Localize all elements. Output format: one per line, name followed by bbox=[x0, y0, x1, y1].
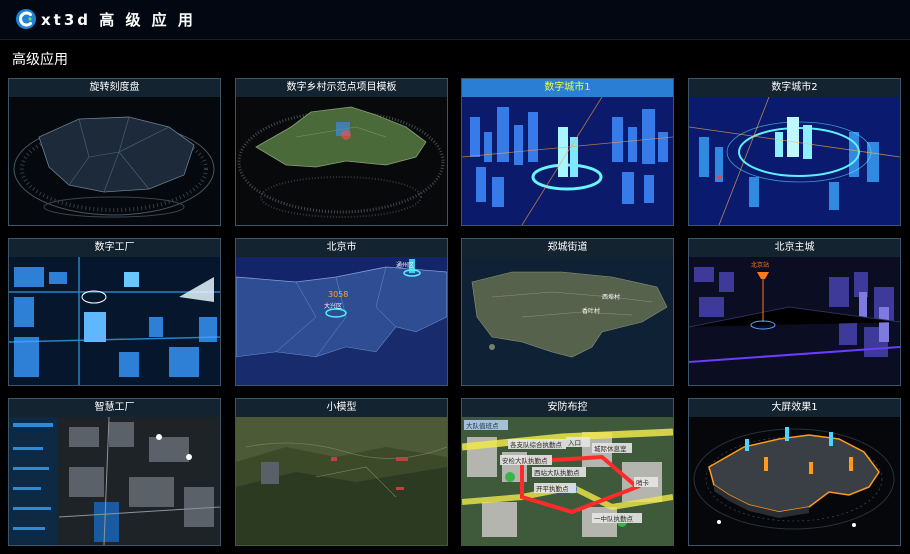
card-title: 旋转刻度盘 bbox=[9, 79, 220, 97]
security-label-6: 城际休息室 bbox=[594, 444, 627, 453]
card-title: 北京市 bbox=[236, 239, 447, 257]
street-label-xibucun: 西埠村 bbox=[602, 293, 620, 301]
app-card-digital-city-2[interactable]: 数字城市2 bbox=[688, 78, 901, 226]
app-card-digital-factory[interactable]: 数字工厂 bbox=[8, 238, 221, 386]
security-label-5: 入口 bbox=[568, 439, 581, 447]
top-bar: xt3d 高 级 应 用 bbox=[0, 0, 910, 40]
rotating-dial-thumbnail bbox=[9, 97, 220, 225]
small-model-thumbnail bbox=[236, 417, 447, 545]
card-title: 数字乡村示范点项目模板 bbox=[236, 79, 447, 97]
street-label-xiangye: 香叶村 bbox=[582, 307, 600, 315]
street-thumbnail: 西埠村 香叶村 bbox=[462, 257, 673, 385]
app-card-small-model[interactable]: 小模型 bbox=[235, 398, 448, 546]
card-title: 数字城市1 bbox=[462, 79, 673, 97]
card-title: 智慧工厂 bbox=[9, 399, 220, 417]
security-label-7: 哨卡 bbox=[636, 478, 650, 487]
card-title: 大屏效果1 bbox=[689, 399, 900, 417]
digital-city-2-thumbnail bbox=[689, 97, 900, 225]
app-card-beijing[interactable]: 北京市 3058 大兴区 通州区 bbox=[235, 238, 448, 386]
card-title: 安防布控 bbox=[462, 399, 673, 417]
digital-city-1-thumbnail bbox=[462, 97, 673, 225]
app-card-street[interactable]: 郑城街道 西埠村 香叶村 bbox=[461, 238, 674, 386]
app-card-rotating-dial[interactable]: 旋转刻度盘 bbox=[8, 78, 221, 226]
card-title: 数字城市2 bbox=[689, 79, 900, 97]
security-label-0: 大队值班点 bbox=[466, 421, 499, 430]
app-title: xt3d 高 级 应 用 bbox=[41, 11, 196, 29]
app-card-digital-village[interactable]: 数字乡村示范点项目模板 bbox=[235, 78, 448, 226]
app-card-security[interactable]: 安防布控 大队值班点 各支队综合执勤点 安检大队执勤点 西站大队执勤点 开平执勤… bbox=[461, 398, 674, 546]
card-title: 北京主城 bbox=[689, 239, 900, 257]
security-label-3: 西站大队执勤点 bbox=[534, 468, 580, 477]
security-label-4: 开平执勤点 bbox=[536, 484, 569, 493]
card-title: 数字工厂 bbox=[9, 239, 220, 257]
beijing-label-daxing: 大兴区 bbox=[324, 302, 342, 310]
security-label-2: 安检大队执勤点 bbox=[502, 456, 548, 465]
beijing-label-tongzhou: 通州区 bbox=[396, 261, 414, 269]
security-label-8: 一中队执勤点 bbox=[594, 514, 634, 523]
card-title: 小模型 bbox=[236, 399, 447, 417]
app-card-smart-factory[interactable]: 智慧工厂 bbox=[8, 398, 221, 546]
big-screen-thumbnail bbox=[689, 417, 900, 545]
security-thumbnail: 大队值班点 各支队综合执勤点 安检大队执勤点 西站大队执勤点 开平执勤点 入口 … bbox=[462, 417, 673, 545]
app-card-digital-city-1[interactable]: 数字城市1 bbox=[461, 78, 674, 226]
digital-village-thumbnail bbox=[236, 97, 447, 225]
card-title: 郑城街道 bbox=[462, 239, 673, 257]
section-title: 高级应用 bbox=[12, 52, 68, 68]
beijing-thumbnail: 3058 大兴区 通州区 bbox=[236, 257, 447, 385]
security-label-1: 各支队综合执勤点 bbox=[510, 440, 563, 449]
beijing-main-label: 北京站 bbox=[751, 261, 769, 269]
app-card-big-screen[interactable]: 大屏效果1 bbox=[688, 398, 901, 546]
cesium-logo-icon[interactable] bbox=[15, 8, 37, 30]
smart-factory-thumbnail bbox=[9, 417, 220, 545]
digital-factory-thumbnail bbox=[9, 257, 220, 385]
beijing-label-value: 3058 bbox=[328, 290, 348, 299]
beijing-main-city-thumbnail: 北京站 bbox=[689, 257, 900, 385]
app-card-beijing-main-city[interactable]: 北京主城 北京站 bbox=[688, 238, 901, 386]
